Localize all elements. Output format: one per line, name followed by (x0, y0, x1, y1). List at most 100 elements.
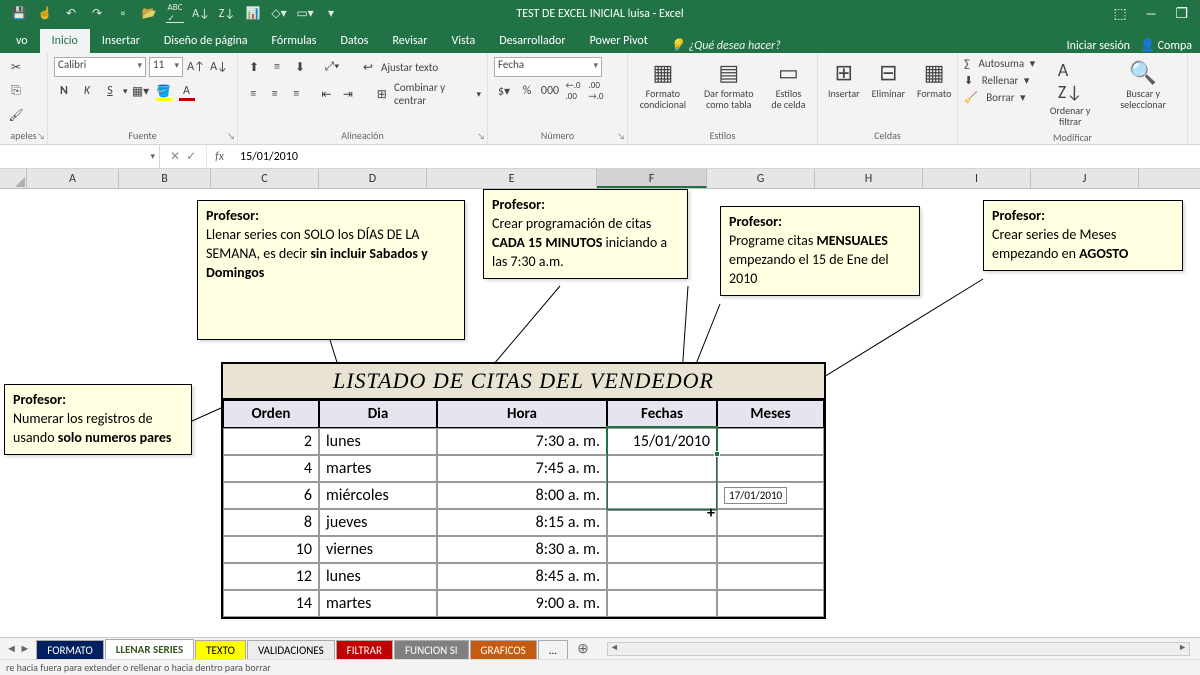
redo-icon[interactable]: ↷ (88, 5, 106, 23)
fill-button[interactable]: ⬇ Rellenar ▾ (964, 74, 1035, 87)
font-name-select[interactable]: Calibri (54, 57, 146, 77)
minimize-icon[interactable]: ― (1145, 5, 1158, 22)
column-header-I[interactable]: I (923, 169, 1031, 188)
cell-fechas[interactable] (607, 509, 717, 536)
column-header-G[interactable]: G (707, 169, 815, 188)
cell-hora[interactable]: 8:45 a. m. (437, 563, 607, 590)
increase-indent-icon[interactable]: ⇥ (339, 84, 358, 104)
cell-hora[interactable]: 8:15 a. m. (437, 509, 607, 536)
number-format-select[interactable]: Fecha (494, 57, 602, 77)
sheet-tab-texto[interactable]: TEXTO (195, 640, 246, 660)
sheet-tab-funcion-si[interactable]: FUNCION SI (394, 640, 469, 660)
cell-styles-button[interactable]: ▭Estilos de celda (766, 57, 811, 112)
format-painter-icon[interactable]: 🖌 (6, 105, 26, 125)
cell-hora[interactable]: 8:30 a. m. (437, 536, 607, 563)
sign-in-link[interactable]: Iniciar sesión (1067, 39, 1130, 53)
tab-desarrollador[interactable]: Desarrollador (487, 29, 577, 53)
wrap-text-button[interactable]: Ajustar texto (381, 61, 438, 74)
header-hora[interactable]: Hora (437, 400, 607, 428)
sheet-nav-arrows[interactable]: ◄ ► (0, 642, 36, 655)
cell-dia[interactable]: viernes (319, 536, 437, 563)
cell-hora[interactable]: 7:30 a. m. (437, 428, 607, 455)
worksheet-grid[interactable]: Profesor: Numerar los registros de usand… (0, 189, 1200, 649)
formula-input[interactable]: 15/01/2010 (232, 150, 1200, 164)
cancel-formula-icon[interactable]: ✕ (170, 149, 180, 164)
cell-fechas[interactable] (607, 536, 717, 563)
fill-color-icon[interactable]: 🪣 (154, 81, 174, 101)
sheet-tab-graficos[interactable]: GRAFICOS (470, 640, 537, 660)
cell-meses[interactable] (717, 455, 824, 482)
clear-button[interactable]: 🧹 Borrar ▾ (964, 91, 1035, 104)
tell-me-search[interactable]: 💡¿Qué desea hacer? (670, 38, 781, 53)
cut-icon[interactable]: ✂ (6, 57, 26, 77)
cell-hora[interactable]: 9:00 a. m. (437, 590, 607, 617)
decrease-decimal-icon[interactable]: .00→.0 (586, 81, 606, 101)
align-middle-icon[interactable]: ≡ (267, 57, 287, 77)
sort-asc-icon[interactable]: A↓ (192, 5, 210, 23)
tab-formulas[interactable]: Fórmulas (260, 29, 329, 53)
horizontal-scrollbar[interactable] (607, 642, 1190, 656)
tab-insertar[interactable]: Insertar (90, 29, 152, 53)
new-sheet-button[interactable]: ⊕ (569, 640, 597, 657)
column-header-A[interactable]: A (27, 169, 119, 188)
increase-font-icon[interactable]: A↑ (186, 57, 206, 77)
tab-archivo[interactable]: vo (4, 29, 40, 53)
column-header-E[interactable]: E (427, 169, 597, 188)
merge-center-button[interactable]: Combinar y centrar (394, 81, 473, 107)
insert-cells-button[interactable]: ⊞Insertar (824, 57, 864, 101)
cell-fechas[interactable] (607, 590, 717, 617)
header-fechas[interactable]: Fechas (607, 400, 717, 428)
sort-filter-button[interactable]: AZ↓Ordenar y filtrar (1039, 57, 1101, 129)
wrap-text-icon[interactable]: ↩ (358, 57, 378, 77)
column-header-J[interactable]: J (1031, 169, 1139, 188)
comma-icon[interactable]: 000 (540, 81, 560, 101)
tab-diseno[interactable]: Diseño de página (152, 29, 260, 53)
merge-icon[interactable]: ⊞ (372, 84, 391, 104)
cell-fechas[interactable]: 15/01/2010 (607, 428, 717, 455)
cell-meses[interactable] (717, 509, 824, 536)
tab-vista[interactable]: Vista (439, 29, 487, 53)
cell-dia[interactable]: lunes (319, 563, 437, 590)
cell-orden[interactable]: 12 (223, 563, 319, 590)
shapes-icon[interactable]: ◇▾ (270, 5, 288, 23)
tab-inicio[interactable]: Inicio (40, 29, 90, 53)
align-left-icon[interactable]: ≡ (244, 84, 263, 104)
ribbon-display-icon[interactable]: ⬚ (1114, 5, 1127, 22)
cell-orden[interactable]: 14 (223, 590, 319, 617)
qat-customize-icon[interactable]: ▾ (322, 5, 340, 23)
bold-button[interactable]: N (54, 81, 74, 101)
fill-handle[interactable] (714, 451, 720, 457)
increase-decimal-icon[interactable]: ←.0.00 (563, 81, 583, 101)
cell-orden[interactable]: 4 (223, 455, 319, 482)
sheet-tab-llenar-series[interactable]: LLENAR SERIES (105, 639, 194, 661)
save-icon[interactable]: 💾 (10, 5, 28, 23)
align-bottom-icon[interactable]: ⬇ (290, 57, 310, 77)
undo-icon[interactable]: ↶ (62, 5, 80, 23)
align-top-icon[interactable]: ⬆ (244, 57, 264, 77)
underline-button[interactable]: S (100, 81, 120, 101)
cell-dia[interactable]: jueves (319, 509, 437, 536)
chart-icon[interactable]: 📊 (244, 5, 262, 23)
header-dia[interactable]: Dia (319, 400, 437, 428)
spellcheck-icon[interactable]: ABC✓ (166, 5, 184, 23)
format-table-button[interactable]: ▤Dar formato como tabla (696, 57, 762, 112)
font-size-select[interactable]: 11 (149, 57, 183, 77)
sheet-tab-validaciones[interactable]: VALIDACIONES (247, 640, 335, 660)
name-box[interactable] (0, 145, 160, 168)
new-icon[interactable]: ▫ (114, 5, 132, 23)
cell-orden[interactable]: 2 (223, 428, 319, 455)
cell-dia[interactable]: miércoles (319, 482, 437, 509)
cell-meses[interactable] (717, 590, 824, 617)
cell-orden[interactable]: 10 (223, 536, 319, 563)
cell-meses[interactable] (717, 563, 824, 590)
cell-dia[interactable]: martes (319, 590, 437, 617)
orientation-icon[interactable]: ⤢▾ (322, 57, 342, 77)
open-icon[interactable]: 📂 (140, 5, 158, 23)
tab-datos[interactable]: Datos (328, 29, 380, 53)
column-header-B[interactable]: B (119, 169, 211, 188)
conditional-format-button[interactable]: ▦Formato condicional (634, 57, 692, 112)
decrease-font-icon[interactable]: A↓ (209, 57, 229, 77)
decrease-indent-icon[interactable]: ⇤ (317, 84, 336, 104)
header-orden[interactable]: Orden (223, 400, 319, 428)
currency-icon[interactable]: $▾ (494, 81, 514, 101)
